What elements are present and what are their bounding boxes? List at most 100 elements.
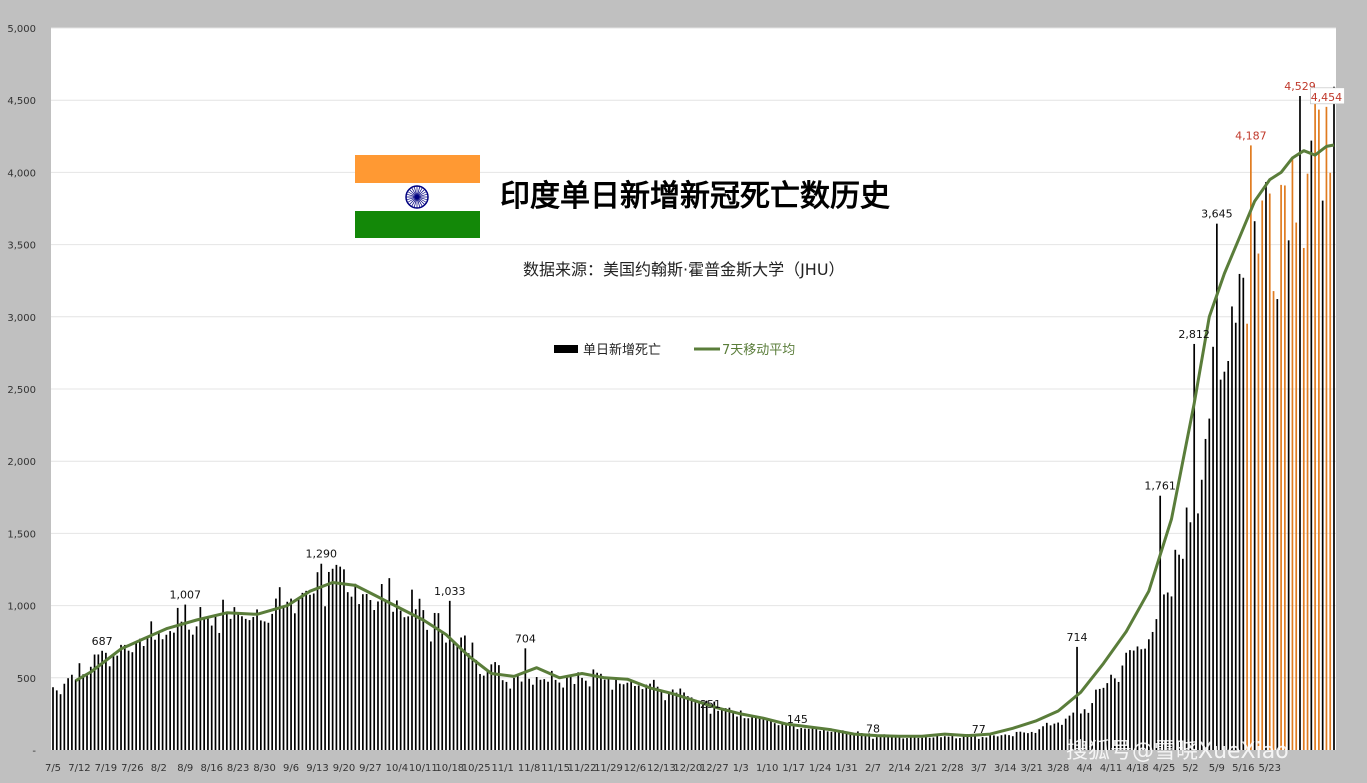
- bar: [1140, 649, 1143, 750]
- bar: [732, 712, 735, 750]
- bar: [210, 625, 213, 750]
- x-tick-label: 1/31: [835, 763, 857, 774]
- x-tick-label: 2/21: [915, 763, 937, 774]
- bar: [373, 610, 376, 750]
- bar: [1310, 140, 1313, 750]
- chart-title: 印度单日新增新冠死亡数历史: [500, 179, 890, 214]
- bar: [864, 734, 867, 750]
- bar: [804, 728, 806, 750]
- watermark: 搜狐号@雪晓XueXiao: [1066, 739, 1289, 764]
- x-tick-label: 5/16: [1232, 763, 1254, 774]
- bar: [176, 607, 179, 750]
- bar: [1147, 639, 1150, 750]
- bar: [214, 614, 217, 750]
- bar: [1223, 371, 1226, 750]
- bar: [1306, 173, 1309, 751]
- bar: [1329, 172, 1332, 750]
- bar: [974, 734, 976, 750]
- bar: [720, 708, 723, 750]
- bar: [1174, 549, 1177, 750]
- bar: [683, 692, 685, 750]
- bar: [135, 641, 137, 750]
- bar: [649, 683, 651, 750]
- x-tick-label: 5/9: [1209, 763, 1225, 774]
- bar: [267, 622, 270, 750]
- bar: [1163, 594, 1165, 750]
- y-tick-label: -: [32, 746, 36, 757]
- bar: [244, 618, 247, 750]
- bar: [618, 683, 621, 750]
- y-tick-label: 5,000: [7, 24, 36, 35]
- bar: [1200, 479, 1203, 750]
- bar: [286, 601, 289, 750]
- bar: [456, 645, 459, 750]
- bar: [970, 736, 973, 750]
- bar: [1053, 723, 1056, 750]
- x-tick-label: 4/11: [1100, 763, 1122, 774]
- bar: [660, 689, 663, 750]
- bar: [1034, 732, 1037, 750]
- bar: [1333, 86, 1335, 751]
- bar: [1008, 735, 1010, 750]
- bar: [486, 671, 489, 750]
- bar: [845, 732, 848, 750]
- bar: [354, 583, 357, 750]
- bar: [766, 720, 769, 750]
- bar: [399, 610, 402, 750]
- bar: [739, 710, 742, 750]
- bar: [282, 606, 285, 750]
- bar: [233, 607, 236, 750]
- bar: [256, 609, 258, 750]
- x-axis: 7/5 7/12 7/19 7/26 8/2 8/9 8/16 8/23 8/30 9/6 9/13…: [45, 763, 1281, 774]
- bar: [350, 596, 353, 750]
- bar: [1299, 96, 1301, 751]
- bar: [433, 612, 436, 750]
- bar: [562, 687, 564, 750]
- bar: [448, 600, 451, 750]
- y-tick-label: 1,000: [7, 602, 36, 613]
- bar: [898, 736, 901, 750]
- x-tick-label: 3/28: [1047, 763, 1069, 774]
- x-tick-label: 10/18: [435, 763, 464, 774]
- data-label: 687: [92, 635, 113, 648]
- bar: [1250, 145, 1252, 750]
- bar: [259, 620, 262, 750]
- bar: [951, 736, 954, 750]
- y-tick-label: 1,500: [7, 529, 36, 540]
- bar: [1049, 725, 1052, 750]
- bar: [588, 686, 591, 750]
- x-tick-label: 9/13: [306, 763, 328, 774]
- bar: [532, 684, 534, 750]
- bar: [940, 737, 942, 750]
- bar: [728, 707, 731, 750]
- x-tick-label: 8/2: [151, 763, 167, 774]
- bar: [74, 679, 77, 750]
- bar: [309, 594, 311, 750]
- bar: [1019, 731, 1022, 750]
- y-tick-label: 4,500: [7, 96, 36, 107]
- bar: [252, 616, 255, 750]
- x-tick-label: 2/28: [941, 763, 963, 774]
- bar: [815, 729, 818, 750]
- bar: [584, 680, 587, 750]
- bar: [906, 738, 908, 750]
- bar: [834, 730, 837, 750]
- bar: [1076, 646, 1078, 750]
- bar: [71, 674, 73, 750]
- bar: [139, 638, 141, 750]
- bar: [947, 736, 950, 750]
- bar: [535, 677, 538, 750]
- x-tick-label: 2/14: [888, 763, 910, 774]
- bar: [645, 684, 648, 750]
- bar: [936, 734, 939, 750]
- bar: [1042, 726, 1044, 750]
- bar: [89, 666, 92, 750]
- bar: [596, 672, 598, 750]
- bar: [1231, 306, 1233, 750]
- data-label: 145: [787, 713, 808, 726]
- bar: [1212, 346, 1214, 750]
- bar: [422, 610, 425, 750]
- bar: [475, 659, 478, 750]
- bar: [690, 697, 693, 750]
- bar: [1061, 724, 1063, 750]
